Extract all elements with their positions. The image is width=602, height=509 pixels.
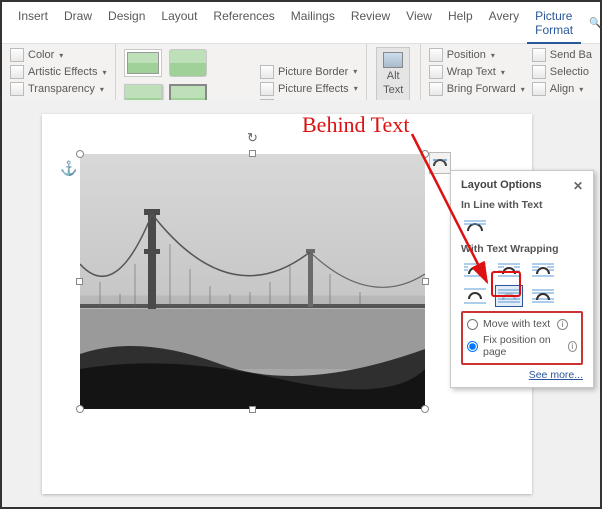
tab-draw[interactable]: Draw xyxy=(56,6,100,43)
tab-design[interactable]: Design xyxy=(100,6,153,43)
tab-review[interactable]: Review xyxy=(343,6,398,43)
chevron-down-icon: ▾ xyxy=(579,85,583,94)
selection-pane-button[interactable]: Selectio xyxy=(530,64,594,80)
alt-text-button[interactable]: Alt Text xyxy=(376,47,410,101)
forward-icon xyxy=(429,82,443,96)
wrap-through[interactable] xyxy=(529,259,557,281)
layout-options-panel: Layout Options✕ In Line with Text With T… xyxy=(450,170,594,388)
style-thumb[interactable] xyxy=(124,49,162,77)
panel-title: Layout Options✕ xyxy=(461,179,583,193)
selected-picture[interactable]: ↻ xyxy=(80,154,425,409)
transparency-button[interactable]: Transparency▾ xyxy=(8,81,109,97)
annotation-box-icon xyxy=(491,271,521,297)
annotation-label: Behind Text xyxy=(302,112,409,138)
align-icon xyxy=(532,82,546,96)
layout-options-icon xyxy=(433,158,447,168)
chevron-down-icon: ▾ xyxy=(102,68,106,77)
chevron-down-icon: ▾ xyxy=(100,85,104,94)
radio-move-with-text[interactable]: Move with texti xyxy=(467,316,577,332)
wrap-inline[interactable] xyxy=(461,215,489,237)
wrap-in-front[interactable] xyxy=(529,285,557,307)
tab-layout[interactable]: Layout xyxy=(153,6,205,43)
wrap-icon xyxy=(429,65,443,79)
border-icon xyxy=(260,65,274,79)
anchor-icon: ⚓ xyxy=(60,160,77,177)
wrap-top-bottom[interactable] xyxy=(461,285,489,307)
position-button[interactable]: Position▾ xyxy=(427,47,527,63)
search-icon: 🔍 xyxy=(589,18,601,29)
layout-options-button[interactable] xyxy=(429,152,451,174)
picture-border-button[interactable]: Picture Border▾ xyxy=(258,64,360,80)
tab-mailings[interactable]: Mailings xyxy=(283,6,343,43)
inline-heading: In Line with Text xyxy=(461,199,583,211)
info-icon[interactable]: i xyxy=(568,341,577,352)
picture-effects-button[interactable]: Picture Effects▾ xyxy=(258,81,360,97)
chevron-down-icon: ▾ xyxy=(354,84,358,93)
position-icon xyxy=(429,48,443,62)
align-button[interactable]: Align▾ xyxy=(530,81,594,97)
wrapping-heading: With Text Wrapping xyxy=(461,243,583,255)
wrap-square[interactable] xyxy=(461,259,489,281)
alt-text-icon xyxy=(383,52,403,68)
resize-handle[interactable] xyxy=(76,405,84,413)
tab-view[interactable]: View xyxy=(398,6,440,43)
color-button[interactable]: Color▾ xyxy=(8,47,109,63)
info-icon[interactable]: i xyxy=(557,319,568,330)
tab-avery[interactable]: Avery xyxy=(481,6,527,43)
resize-handle[interactable] xyxy=(76,150,84,158)
chevron-down-icon: ▾ xyxy=(353,67,357,76)
selection-icon xyxy=(532,65,546,79)
radio-fix-position[interactable]: Fix position on pagei xyxy=(467,332,577,360)
rotate-handle[interactable]: ↻ xyxy=(245,130,261,146)
chevron-down-icon: ▾ xyxy=(521,85,525,94)
see-more-link[interactable]: See more... xyxy=(461,369,583,381)
tab-picture-format[interactable]: Picture Format xyxy=(527,6,581,44)
tab-search[interactable]: 🔍Search xyxy=(581,6,602,43)
resize-handle[interactable] xyxy=(421,405,429,413)
chevron-down-icon: ▾ xyxy=(59,51,63,60)
tab-insert[interactable]: Insert xyxy=(10,6,56,43)
ribbon-tabs: Insert Draw Design Layout References Mai… xyxy=(2,2,600,44)
effects-icon xyxy=(260,82,274,96)
transparency-icon xyxy=(10,82,24,96)
tab-help[interactable]: Help xyxy=(440,6,481,43)
backward-icon xyxy=(532,48,546,62)
chevron-down-icon: ▾ xyxy=(491,51,495,60)
wrap-text-button[interactable]: Wrap Text▾ xyxy=(427,64,527,80)
resize-handle[interactable] xyxy=(422,278,429,285)
resize-handle[interactable] xyxy=(76,278,83,285)
artistic-icon xyxy=(10,65,24,79)
position-radio-group: Move with texti Fix position on pagei xyxy=(461,311,583,365)
chevron-down-icon: ▾ xyxy=(501,68,505,77)
bring-forward-button[interactable]: Bring Forward▾ xyxy=(427,81,527,97)
resize-handle[interactable] xyxy=(249,150,256,157)
style-thumb[interactable] xyxy=(169,49,207,77)
picture-content xyxy=(80,154,425,409)
artistic-effects-button[interactable]: Artistic Effects▾ xyxy=(8,64,109,80)
tab-references[interactable]: References xyxy=(205,6,282,43)
send-backward-button[interactable]: Send Ba xyxy=(530,47,594,63)
close-icon[interactable]: ✕ xyxy=(573,179,583,193)
resize-handle[interactable] xyxy=(249,406,256,413)
color-icon xyxy=(10,48,24,62)
resize-handle[interactable] xyxy=(421,150,429,158)
